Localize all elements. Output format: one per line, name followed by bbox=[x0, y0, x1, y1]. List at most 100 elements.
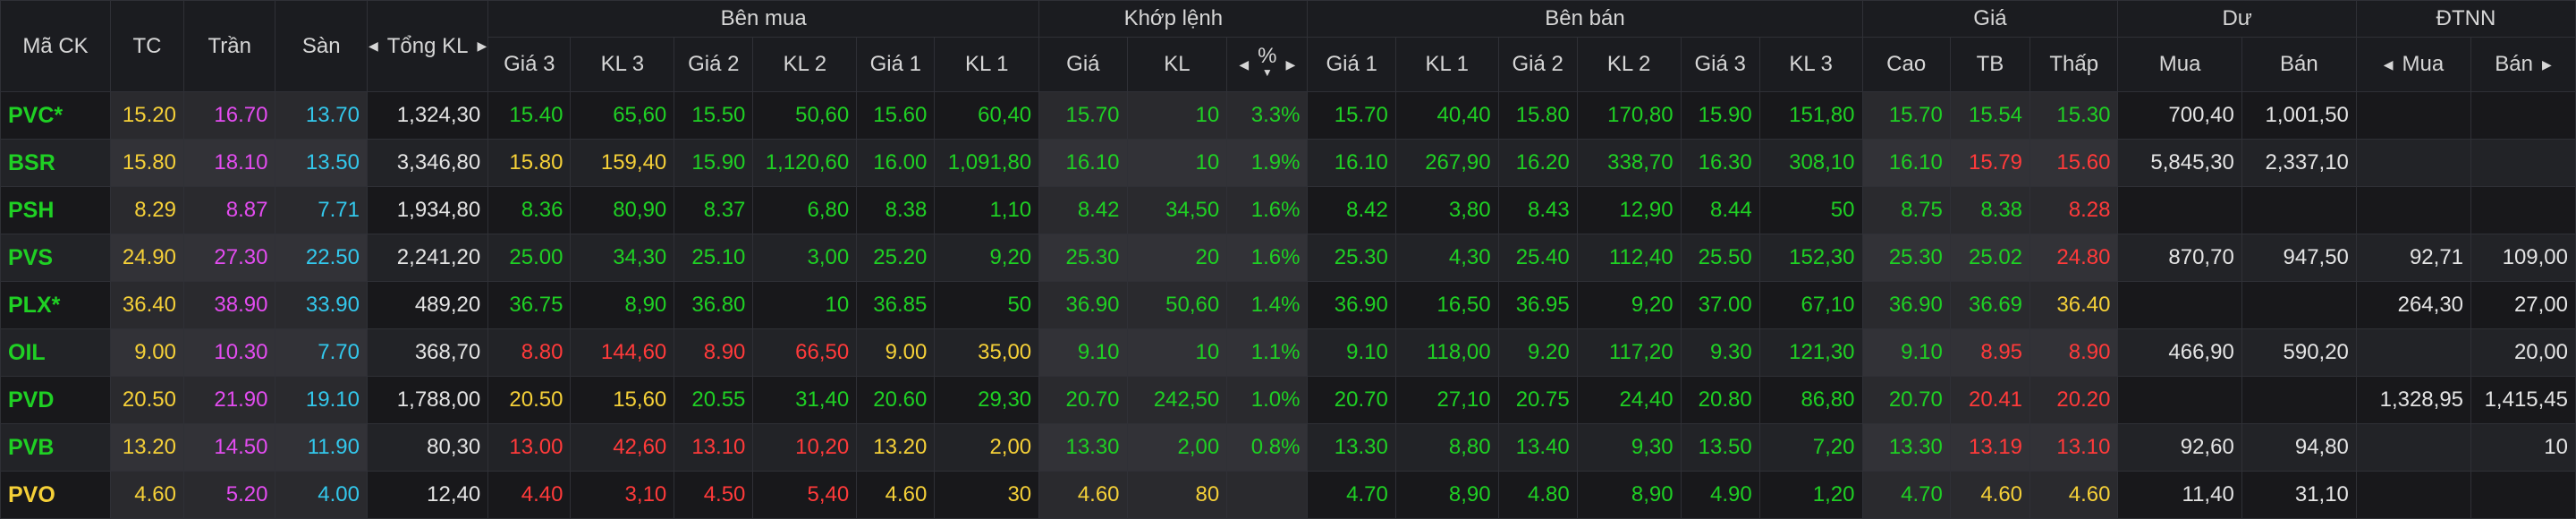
bid-volume-cell[interactable]: 42,60 bbox=[570, 423, 675, 472]
match-volume-cell[interactable]: 10 bbox=[1126, 91, 1228, 140]
bid-price-cell[interactable]: 15.50 bbox=[674, 91, 754, 140]
foreign-sell-cell[interactable]: 27,00 bbox=[2470, 281, 2576, 329]
arrow-left-icon[interactable]: ◀ bbox=[1239, 57, 1249, 72]
ref-price-cell[interactable]: 20.50 bbox=[109, 376, 184, 424]
ask-price-cell[interactable]: 16.30 bbox=[1680, 139, 1760, 187]
ask-volume-cell[interactable]: 117,20 bbox=[1576, 328, 1682, 377]
col-header-ask-vol1[interactable]: KL 1 bbox=[1394, 37, 1499, 92]
match-percent-cell[interactable]: 1.0% bbox=[1226, 376, 1309, 424]
high-price-cell[interactable]: 20.70 bbox=[1861, 376, 1951, 424]
remaining-buy-cell[interactable]: 870,70 bbox=[2117, 234, 2242, 282]
col-header-bid-vol3[interactable]: KL 3 bbox=[570, 37, 675, 92]
foreign-buy-cell[interactable]: 1,328,95 bbox=[2355, 376, 2472, 424]
ref-price-cell[interactable]: 36.40 bbox=[109, 281, 184, 329]
match-volume-cell[interactable]: 242,50 bbox=[1126, 376, 1228, 424]
remaining-sell-cell[interactable]: 2,337,10 bbox=[2241, 139, 2357, 187]
symbol-cell[interactable]: BSR bbox=[0, 139, 111, 187]
remaining-buy-cell[interactable] bbox=[2117, 186, 2242, 234]
bid-volume-cell[interactable]: 5,40 bbox=[752, 471, 858, 519]
bid-price-cell[interactable]: 15.90 bbox=[674, 139, 754, 187]
remaining-buy-cell[interactable]: 700,40 bbox=[2117, 91, 2242, 140]
symbol-cell[interactable]: PVO bbox=[0, 471, 111, 519]
match-price-cell[interactable]: 4.60 bbox=[1038, 471, 1128, 519]
ref-price-cell[interactable]: 9.00 bbox=[109, 328, 184, 377]
floor-price-cell[interactable]: 22.50 bbox=[275, 234, 368, 282]
ask-price-cell[interactable]: 37.00 bbox=[1680, 281, 1760, 329]
bid-volume-cell[interactable]: 1,091,80 bbox=[934, 139, 1040, 187]
ask-price-cell[interactable]: 36.95 bbox=[1497, 281, 1578, 329]
ask-volume-cell[interactable]: 9,20 bbox=[1576, 281, 1682, 329]
col-header-avg[interactable]: TB bbox=[1949, 37, 2031, 92]
ask-volume-cell[interactable]: 151,80 bbox=[1758, 91, 1863, 140]
bid-volume-cell[interactable]: 66,50 bbox=[752, 328, 858, 377]
ask-volume-cell[interactable]: 8,80 bbox=[1394, 423, 1499, 472]
foreign-buy-cell[interactable] bbox=[2355, 91, 2472, 140]
symbol-cell[interactable]: PVD bbox=[0, 376, 111, 424]
foreign-sell-cell[interactable]: 20,00 bbox=[2470, 328, 2576, 377]
total-volume-cell[interactable]: 1,788,00 bbox=[366, 376, 489, 424]
bid-volume-cell[interactable]: 29,30 bbox=[934, 376, 1040, 424]
floor-price-cell[interactable]: 4.00 bbox=[275, 471, 368, 519]
bid-price-cell[interactable]: 8.36 bbox=[487, 186, 572, 234]
low-price-cell[interactable]: 36.40 bbox=[2029, 281, 2119, 329]
bid-volume-cell[interactable]: 31,40 bbox=[752, 376, 858, 424]
table-row[interactable]: PVC* 15.20 16.70 13.70 1,324,30 15.40 65,60 15.… bbox=[0, 91, 2576, 140]
ref-price-cell[interactable]: 8.29 bbox=[109, 186, 184, 234]
total-volume-cell[interactable]: 368,70 bbox=[366, 328, 489, 377]
bid-volume-cell[interactable]: 30 bbox=[934, 471, 1040, 519]
col-header-match-pct[interactable]: ◀ % ▼ ▶ bbox=[1226, 37, 1309, 92]
bid-price-cell[interactable]: 4.40 bbox=[487, 471, 572, 519]
ask-price-cell[interactable]: 4.70 bbox=[1307, 471, 1396, 519]
match-price-cell[interactable]: 9.10 bbox=[1038, 328, 1128, 377]
low-price-cell[interactable]: 20.20 bbox=[2029, 376, 2119, 424]
ask-volume-cell[interactable]: 7,20 bbox=[1758, 423, 1863, 472]
symbol-cell[interactable]: PVC* bbox=[0, 91, 111, 140]
col-header-ceiling[interactable]: Trần bbox=[182, 0, 276, 92]
low-price-cell[interactable]: 8.28 bbox=[2029, 186, 2119, 234]
bid-price-cell[interactable]: 25.10 bbox=[674, 234, 754, 282]
match-volume-cell[interactable]: 50,60 bbox=[1126, 281, 1228, 329]
ask-volume-cell[interactable]: 40,40 bbox=[1394, 91, 1499, 140]
floor-price-cell[interactable]: 11.90 bbox=[275, 423, 368, 472]
col-header-ask-price1[interactable]: Giá 1 bbox=[1307, 37, 1396, 92]
symbol-cell[interactable]: PSH bbox=[0, 186, 111, 234]
ask-price-cell[interactable]: 9.20 bbox=[1497, 328, 1578, 377]
remaining-buy-cell[interactable]: 5,845,30 bbox=[2117, 139, 2242, 187]
low-price-cell[interactable]: 8.90 bbox=[2029, 328, 2119, 377]
ceiling-price-cell[interactable]: 10.30 bbox=[182, 328, 276, 377]
bid-price-cell[interactable]: 15.40 bbox=[487, 91, 572, 140]
avg-price-cell[interactable]: 36.69 bbox=[1949, 281, 2031, 329]
col-header-remaining-buy[interactable]: Mua bbox=[2117, 37, 2242, 92]
remaining-buy-cell[interactable] bbox=[2117, 281, 2242, 329]
high-price-cell[interactable]: 8.75 bbox=[1861, 186, 1951, 234]
col-header-low[interactable]: Thấp bbox=[2029, 37, 2119, 92]
arrow-right-icon[interactable]: ▶ bbox=[2542, 57, 2552, 72]
total-volume-cell[interactable]: 80,30 bbox=[366, 423, 489, 472]
remaining-sell-cell[interactable]: 1,001,50 bbox=[2241, 91, 2357, 140]
avg-price-cell[interactable]: 13.19 bbox=[1949, 423, 2031, 472]
floor-price-cell[interactable]: 7.71 bbox=[275, 186, 368, 234]
table-row[interactable]: PVS 24.90 27.30 22.50 2,241,20 25.00 34,30 25.1… bbox=[0, 234, 2576, 282]
bid-price-cell[interactable]: 13.20 bbox=[856, 423, 936, 472]
foreign-buy-cell[interactable] bbox=[2355, 186, 2472, 234]
ask-price-cell[interactable]: 20.75 bbox=[1497, 376, 1578, 424]
col-header-bid-vol2[interactable]: KL 2 bbox=[752, 37, 858, 92]
ceiling-price-cell[interactable]: 27.30 bbox=[182, 234, 276, 282]
bid-volume-cell[interactable]: 3,10 bbox=[570, 471, 675, 519]
symbol-cell[interactable]: PVB bbox=[0, 423, 111, 472]
ask-volume-cell[interactable]: 67,10 bbox=[1758, 281, 1863, 329]
table-row[interactable]: PVD 20.50 21.90 19.10 1,788,00 20.50 15,60 20.5… bbox=[0, 376, 2576, 424]
col-header-floor[interactable]: Sàn bbox=[275, 0, 368, 92]
floor-price-cell[interactable]: 13.50 bbox=[275, 139, 368, 187]
bid-price-cell[interactable]: 36.80 bbox=[674, 281, 754, 329]
bid-volume-cell[interactable]: 144,60 bbox=[570, 328, 675, 377]
foreign-sell-cell[interactable]: 109,00 bbox=[2470, 234, 2576, 282]
bid-volume-cell[interactable]: 50 bbox=[934, 281, 1040, 329]
bid-price-cell[interactable]: 15.80 bbox=[487, 139, 572, 187]
bid-volume-cell[interactable]: 6,80 bbox=[752, 186, 858, 234]
symbol-cell[interactable]: OIL bbox=[0, 328, 111, 377]
remaining-sell-cell[interactable]: 590,20 bbox=[2241, 328, 2357, 377]
arrow-right-icon[interactable]: ▶ bbox=[477, 38, 487, 54]
bid-price-cell[interactable]: 9.00 bbox=[856, 328, 936, 377]
remaining-buy-cell[interactable]: 11,40 bbox=[2117, 471, 2242, 519]
